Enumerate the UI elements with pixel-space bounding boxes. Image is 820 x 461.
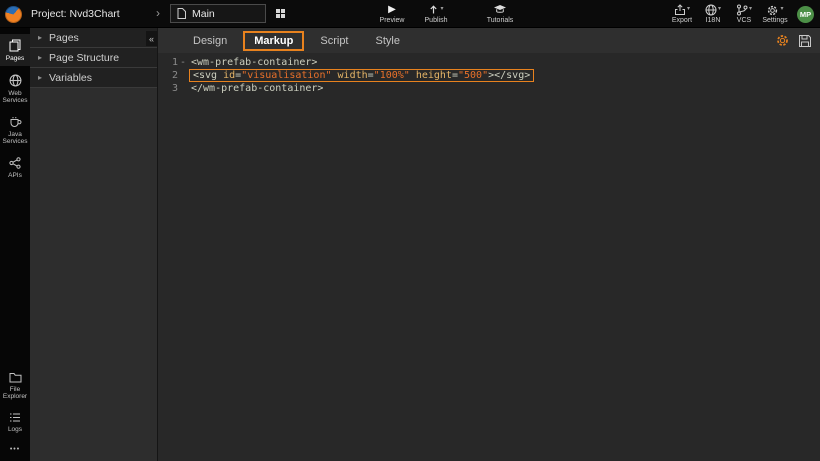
panel-section-label: Pages (49, 32, 79, 44)
caret-down-icon: ▾ (749, 6, 752, 12)
caret-down-icon: ▾ (687, 6, 690, 12)
export-icon (674, 4, 686, 16)
i18n-globe-icon (705, 4, 717, 16)
highlighted-code-line[interactable]: <svg id="visualisation" width="100%" hei… (189, 69, 534, 82)
editor-line[interactable]: 3 </wm-prefab-container> (158, 82, 820, 95)
panel-section-variables[interactable]: ▸ Variables (30, 68, 157, 88)
caret-right-icon: ▸ (38, 73, 42, 82)
settings-button[interactable]: ▾ Settings (761, 0, 789, 28)
editor-line[interactable]: 2 <svg id="visualisation" width="100%" he… (158, 69, 820, 82)
line-number: 2 (158, 69, 178, 82)
grid-icon (276, 9, 285, 18)
rail-item-label: APIs (8, 172, 22, 179)
tab-design[interactable]: Design (182, 31, 238, 51)
pages-icon (9, 39, 21, 52)
page-file-icon (177, 8, 186, 19)
more-options-button[interactable]: ••• (10, 440, 20, 461)
preview-label: Preview (380, 17, 405, 25)
caret-down-icon: ▾ (718, 6, 721, 12)
page-grid-button[interactable] (270, 4, 290, 23)
caret-down-icon: ▾ (780, 6, 783, 12)
rail-item-label: File Explorer (0, 386, 30, 400)
panel-section-pages[interactable]: ▸ Pages (30, 28, 157, 48)
save-icon[interactable] (798, 34, 812, 48)
rail-item-apis[interactable]: APIs (0, 152, 30, 183)
project-label: Project: Nvd3Chart (31, 8, 120, 20)
i18n-button[interactable]: ▾ I18N (699, 0, 727, 28)
chevron-right-icon: › (156, 6, 160, 20)
rail-item-label: Pages (6, 55, 24, 62)
rail-item-java-services[interactable]: Java Services (0, 111, 30, 149)
left-panel: ▸ Pages ▸ Page Structure ▸ Variables « (30, 28, 158, 461)
caret-down-icon: ▾ (440, 6, 443, 12)
tutorials-label: Tutorials (487, 17, 514, 25)
tutorials-button[interactable]: Tutorials (482, 0, 518, 28)
topbar-right: ▾ Export ▾ I18N (668, 0, 814, 28)
topbar-left: Project: Nvd3Chart (5, 0, 120, 28)
publish-icon (428, 4, 439, 15)
code-line[interactable]: </wm-prefab-container> (188, 82, 323, 95)
page-selector[interactable]: Main (170, 4, 266, 23)
vcs-branch-icon (736, 4, 748, 16)
rail-item-web-services[interactable]: Web Services (0, 69, 30, 108)
rail-item-label: Java Services (0, 131, 30, 145)
export-label: Export (672, 17, 692, 25)
panel-section-label: Variables (49, 72, 92, 84)
vcs-label: VCS (737, 17, 751, 25)
rail-item-label: Web Services (0, 90, 30, 104)
tab-script[interactable]: Script (309, 31, 359, 51)
play-icon: ▶ (388, 4, 396, 15)
editor-lines: 1-<wm-prefab-container>2<svg id="visuali… (158, 56, 820, 95)
body: Pages Web Services Java Services (0, 28, 820, 461)
export-button[interactable]: ▾ Export (668, 0, 696, 28)
topbar-center: ▶ Preview ▾ Publish (374, 0, 518, 28)
caret-right-icon: ▸ (38, 53, 42, 62)
topbar: Project: Nvd3Chart › Main ▶ Preview (0, 0, 820, 28)
vcs-button[interactable]: ▾ VCS (730, 0, 758, 28)
line-number: 1 (158, 56, 178, 69)
tutorials-icon (493, 4, 507, 15)
rail-item-label: Logs (8, 426, 22, 433)
user-avatar[interactable]: MP (797, 6, 814, 23)
file-explorer-folder-icon (9, 372, 22, 383)
rail-item-pages[interactable]: Pages (0, 34, 30, 66)
collapse-panel-button[interactable]: « (146, 31, 157, 46)
editor-tabbar: Design Markup Script Style (158, 28, 820, 53)
code-editor[interactable]: 1-<wm-prefab-container>2<svg id="visuali… (158, 53, 820, 461)
tabbar-actions (775, 28, 812, 53)
caret-right-icon: ▸ (38, 33, 42, 42)
apis-icon (9, 157, 21, 169)
fold-marker-icon[interactable]: - (178, 56, 188, 69)
preview-button[interactable]: ▶ Preview (374, 0, 410, 28)
web-services-globe-icon (9, 74, 22, 87)
editor-line[interactable]: 1-<wm-prefab-container> (158, 56, 820, 69)
java-services-cup-icon (9, 116, 22, 128)
icon-rail: Pages Web Services Java Services (0, 28, 30, 461)
settings-gear-icon (766, 4, 779, 17)
panel-section-page-structure[interactable]: ▸ Page Structure (30, 48, 157, 68)
i18n-label: I18N (706, 17, 721, 25)
code-line[interactable]: <wm-prefab-container> (188, 56, 317, 69)
publish-button[interactable]: ▾ Publish (418, 0, 454, 28)
wavemaker-logo-icon[interactable] (5, 6, 22, 23)
page-name: Main (192, 8, 215, 20)
rail-item-logs[interactable]: Logs (0, 407, 30, 437)
line-number: 3 (158, 82, 178, 95)
publish-label: Publish (425, 17, 448, 25)
wavemaker-studio: Project: Nvd3Chart › Main ▶ Preview (0, 0, 820, 461)
rail-item-file-explorer[interactable]: File Explorer (0, 367, 30, 404)
logs-icon (9, 412, 21, 423)
tab-markup[interactable]: Markup (243, 31, 304, 51)
tab-style[interactable]: Style (365, 31, 411, 51)
main-area: Design Markup Script Style 1-<wm-prefab- (158, 28, 820, 461)
panel-section-label: Page Structure (49, 52, 119, 64)
settings-label: Settings (762, 17, 787, 25)
markup-settings-gear-icon[interactable] (775, 33, 790, 48)
